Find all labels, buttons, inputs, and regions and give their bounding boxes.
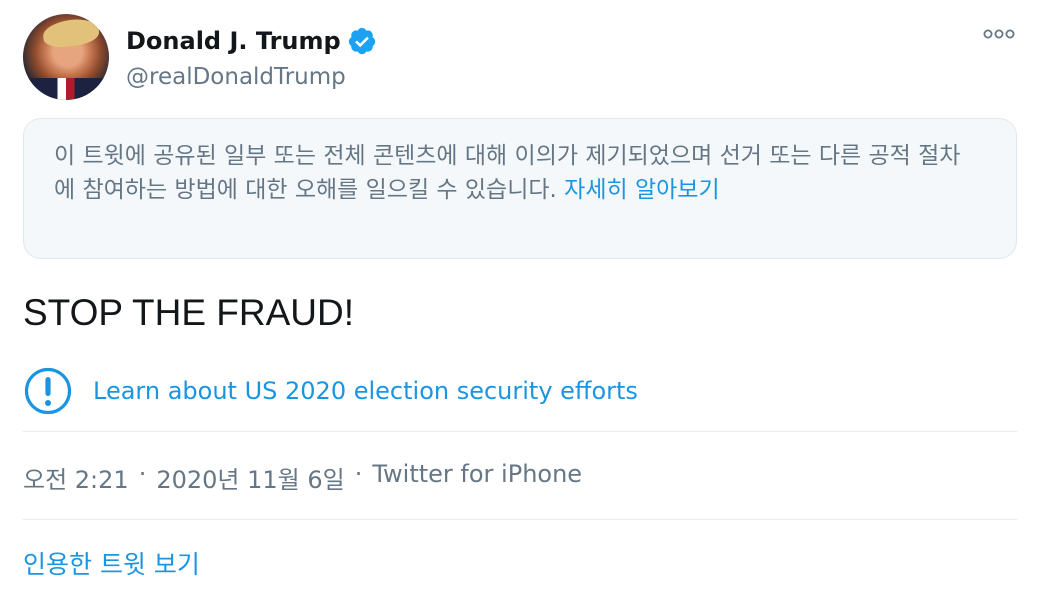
notice-text: 이 트윗에 공유된 일부 또는 전체 콘텐츠에 대해 이의가 제기되었으며 선거… xyxy=(54,143,961,203)
author-name[interactable]: Donald J. Trump xyxy=(126,27,341,55)
tweet-text: STOP THE FRAUD! xyxy=(23,292,355,333)
tweet-date[interactable]: 2020년 11월 6일 xyxy=(156,460,344,495)
view-quote-tweets-link[interactable]: 인용한 트윗 보기 xyxy=(23,545,200,581)
author-handle[interactable]: @realDonaldTrump xyxy=(126,64,346,90)
more-options-icon[interactable] xyxy=(983,28,1015,40)
disputed-content-notice: 이 트윗에 공유된 일부 또는 전체 콘텐츠에 대해 이의가 제기되었으며 선거… xyxy=(23,118,1017,259)
learn-more-link[interactable]: 자세히 알아보기 xyxy=(564,177,719,203)
verified-badge-icon xyxy=(348,27,375,55)
tweet-meta: 오전 2:21 · 2020년 11월 6일 · Twitter for iPh… xyxy=(23,460,582,495)
election-security-link[interactable]: Learn about US 2020 election security ef… xyxy=(23,366,638,416)
divider xyxy=(23,431,1017,432)
tweet-source[interactable]: Twitter for iPhone xyxy=(372,460,582,495)
meta-separator: · xyxy=(354,460,363,488)
election-security-label: Learn about US 2020 election security ef… xyxy=(93,377,638,405)
avatar[interactable] xyxy=(23,14,109,100)
exclamation-circle-icon xyxy=(24,367,72,415)
divider xyxy=(23,519,1017,520)
author-name-row: Donald J. Trump xyxy=(126,26,377,56)
tweet-time[interactable]: 오전 2:21 xyxy=(23,460,129,495)
meta-separator: · xyxy=(138,460,147,488)
tweet-header: Donald J. Trump @realDonaldTrump xyxy=(23,14,1017,102)
